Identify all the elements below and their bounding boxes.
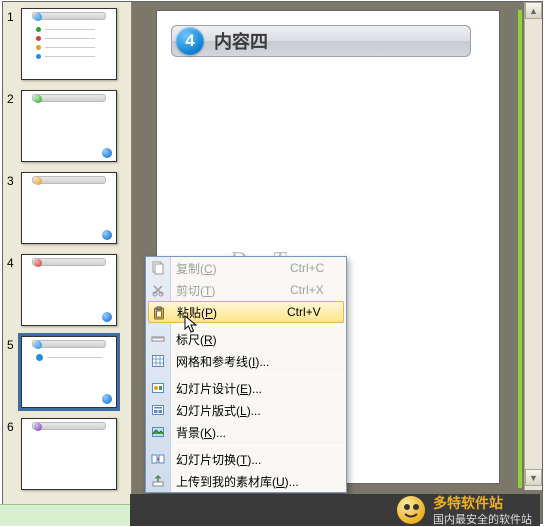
menu-item[interactable]: 背景(K)... xyxy=(146,421,346,443)
paste-icon xyxy=(151,305,167,321)
menu-item-shortcut: Ctrl+X xyxy=(290,283,346,297)
brand-name: 多特软件站 xyxy=(433,495,503,511)
menu-item: 复制(C)Ctrl+C xyxy=(146,257,346,279)
thumbnail-number: 6 xyxy=(7,418,21,434)
menu-separator xyxy=(173,374,344,375)
thumbnail-preview[interactable] xyxy=(21,336,117,408)
menu-item: 剪切(T)Ctrl+X xyxy=(146,279,346,301)
thumbnail-preview[interactable] xyxy=(21,8,117,80)
menu-item-label: 背景(K)... xyxy=(176,424,290,441)
thumbnail-number: 1 xyxy=(7,8,21,24)
brand-footer: 多特软件站 国内最安全的软件站 xyxy=(130,494,540,526)
slide-thumbnail-panel[interactable]: 1 2 3 xyxy=(3,2,132,523)
layout-icon xyxy=(150,402,166,418)
menu-item-label: 复制(C) xyxy=(176,260,290,277)
menu-item-shortcut: Ctrl+V xyxy=(287,305,343,319)
status-bar xyxy=(0,504,130,526)
thumbnail-item[interactable]: 6 xyxy=(7,418,127,490)
menu-item[interactable]: 上传到我的素材库(U)... xyxy=(146,470,346,492)
copy-icon xyxy=(150,260,166,276)
thumbnail-item[interactable]: 4 xyxy=(7,254,127,326)
thumbnail-number: 3 xyxy=(7,172,21,188)
thumbnail-preview[interactable] xyxy=(21,90,117,162)
thumbnail-item[interactable]: 3 xyxy=(7,172,127,244)
menu-item[interactable]: 幻灯片设计(E)... xyxy=(146,377,346,399)
scroll-down-button[interactable]: ▼ xyxy=(525,469,542,486)
slide-title-text[interactable]: 内容四 xyxy=(214,28,268,54)
thumbnail-number: 4 xyxy=(7,254,21,270)
thumbnail-preview[interactable] xyxy=(21,254,117,326)
menu-item-label: 上传到我的素材库(U)... xyxy=(176,473,299,490)
menu-item-label: 幻灯片切换(T)... xyxy=(176,451,290,468)
menu-item-label: 网格和参考线(I)... xyxy=(176,353,290,370)
menu-item[interactable]: 幻灯片版式(L)... xyxy=(146,399,346,421)
menu-item-label: 剪切(T) xyxy=(176,282,290,299)
menu-item-shortcut: Ctrl+C xyxy=(290,261,346,275)
menu-item[interactable]: 幻灯片切换(T)... xyxy=(146,448,346,470)
cut-icon xyxy=(150,282,166,298)
thumbnail-item[interactable]: 5 xyxy=(7,336,127,408)
vertical-scrollbar[interactable]: ▲ ▼ xyxy=(524,2,542,490)
transition-icon xyxy=(150,451,166,467)
menu-item-label: 幻灯片版式(L)... xyxy=(176,402,290,419)
brand-logo-icon xyxy=(397,496,425,524)
accent-strip xyxy=(518,10,522,488)
upload-icon xyxy=(150,473,166,489)
thumbnail-item[interactable]: 1 xyxy=(7,8,127,80)
slide-title-bar[interactable]: 4 内容四 xyxy=(171,25,471,57)
ruler-icon xyxy=(150,331,166,347)
thumbnail-number: 2 xyxy=(7,90,21,106)
design-icon xyxy=(150,380,166,396)
cursor-icon xyxy=(184,315,200,335)
menu-item-label: 幻灯片设计(E)... xyxy=(176,380,290,397)
menu-separator xyxy=(173,445,344,446)
thumbnail-item[interactable]: 2 xyxy=(7,90,127,162)
menu-item[interactable]: 标尺(R) xyxy=(146,328,346,350)
thumbnail-number: 5 xyxy=(7,336,21,352)
menu-item[interactable]: 粘贴(P)Ctrl+V xyxy=(148,301,344,323)
thumbnail-preview[interactable] xyxy=(21,172,117,244)
brand-tagline: 国内最安全的软件站 xyxy=(433,511,532,527)
context-menu[interactable]: 复制(C)Ctrl+C剪切(T)Ctrl+X粘贴(P)Ctrl+V标尺(R)网格… xyxy=(145,256,347,493)
scroll-up-button[interactable]: ▲ xyxy=(525,2,542,19)
thumbnail-preview[interactable] xyxy=(21,418,117,490)
menu-item[interactable]: 网格和参考线(I)... xyxy=(146,350,346,372)
grid-icon xyxy=(150,353,166,369)
background-icon xyxy=(150,424,166,440)
title-number-badge: 4 xyxy=(176,27,204,55)
